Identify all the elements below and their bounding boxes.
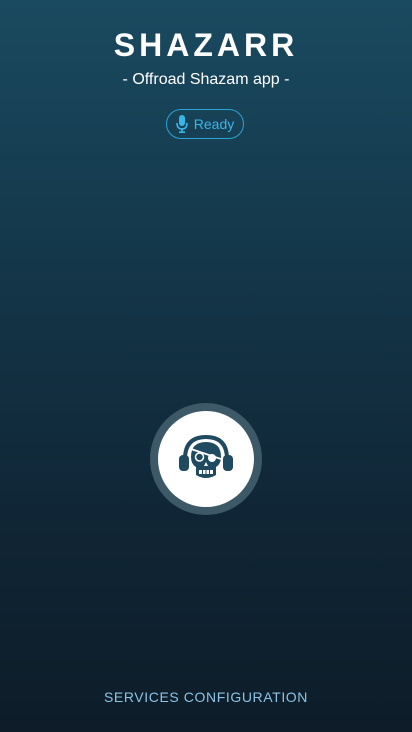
status-label: Ready: [193, 116, 235, 132]
status-badge: Ready: [166, 109, 244, 139]
record-button[interactable]: [150, 403, 262, 515]
services-configuration-link[interactable]: SERVICES CONFIGURATION: [0, 689, 412, 705]
app-subtitle: - Offroad Shazam app -: [122, 71, 290, 88]
app-title: SHAZARR: [113, 27, 299, 63]
pirate-skull-headphones-icon: [177, 433, 235, 485]
microphone-icon: [175, 115, 188, 133]
record-button-inner[interactable]: [158, 411, 254, 507]
